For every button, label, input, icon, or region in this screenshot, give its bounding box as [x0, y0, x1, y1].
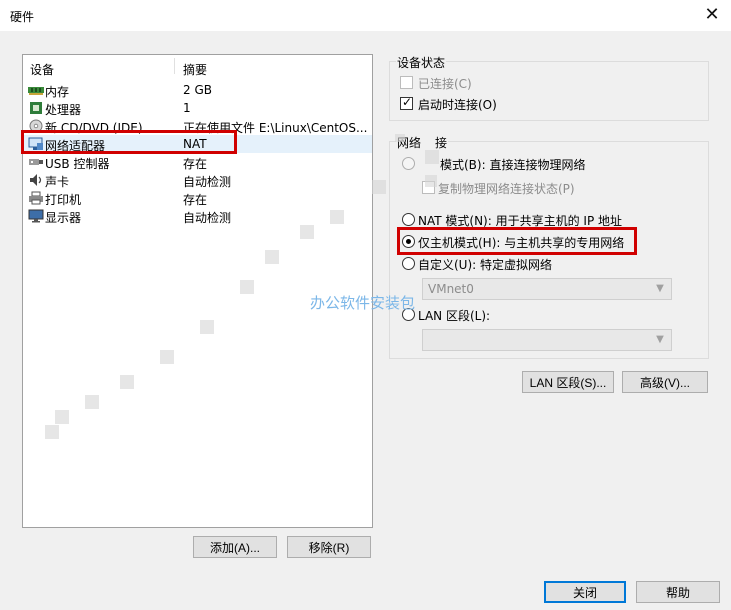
list-item-usb[interactable]: USB 控制器 存在 [23, 153, 372, 171]
title-bar: 硬件 ✕ [0, 0, 731, 31]
list-item-processor[interactable]: 处理器 1 [23, 99, 372, 117]
device-list[interactable]: 设备 摘要 内存 2 GB 处理器 1 新 CD/DVD (IDE) 正在使用文… [22, 54, 373, 528]
list-item-sound-card[interactable]: 声卡 自动检测 [23, 171, 372, 189]
replicate-label: 复制物理网络连接状态(P) [438, 182, 575, 196]
close-icon[interactable]: ✕ [701, 4, 723, 26]
cpu-icon [30, 102, 42, 114]
bridged-label: 模式(B): 直接连接物理网络 [440, 158, 586, 172]
device-name: 显示器 [45, 211, 82, 225]
lan-segment-label: LAN 区段(L): [418, 309, 491, 323]
header-summary[interactable]: 摘要 [183, 61, 207, 78]
device-name: USB 控制器 [45, 157, 110, 171]
custom-label: 自定义(U): 特定虚拟网络 [418, 258, 553, 272]
device-summary: 2 GB [183, 83, 212, 97]
chevron-down-icon: ▼ [656, 283, 664, 294]
lan-segments-button[interactable]: LAN 区段(S)... [522, 371, 614, 393]
device-summary: 存在 [183, 157, 208, 171]
list-header: 设备 摘要 [23, 55, 372, 77]
chevron-down-icon: ▼ [656, 334, 664, 345]
connected-checkbox[interactable] [400, 76, 413, 89]
remove-button[interactable]: 移除(R) [287, 536, 371, 558]
device-summary: 存在 [183, 193, 208, 207]
close-button[interactable]: 关闭 [544, 581, 626, 603]
connect-at-power-on-label: 启动时连接(O) [418, 98, 497, 112]
list-item-display[interactable]: 显示器 自动检测 [23, 207, 372, 225]
printer-icon [29, 191, 43, 205]
device-status-title: 设备状态 [396, 54, 447, 71]
device-name: 内存 [45, 85, 70, 99]
usb-icon [29, 159, 43, 165]
device-name: 处理器 [45, 103, 82, 117]
display-icon [28, 209, 44, 223]
device-name: 打印机 [45, 193, 82, 207]
list-item-printer[interactable]: 打印机 存在 [23, 189, 372, 207]
vmnet-value: VMnet0 [428, 282, 474, 296]
vmnet-select[interactable]: VMnet0 ▼ [422, 278, 672, 300]
connected-label: 已连接(C) [418, 77, 472, 91]
window-title: 硬件 [10, 10, 35, 24]
memory-icon [28, 87, 44, 95]
watermark: 办公软件安装包 [310, 294, 416, 312]
help-button[interactable]: 帮助 [636, 581, 720, 603]
sound-card-icon [30, 174, 42, 186]
connect-at-power-on-checkbox[interactable] [400, 95, 413, 110]
add-button[interactable]: 添加(A)... [193, 536, 277, 558]
highlight-network-adapter [21, 130, 237, 154]
bridged-radio[interactable] [402, 157, 415, 170]
device-summary: 自动检测 [183, 175, 232, 189]
custom-radio[interactable] [402, 257, 415, 270]
device-name: 声卡 [45, 175, 70, 189]
highlight-host-only [397, 227, 637, 255]
list-item-memory[interactable]: 内存 2 GB [23, 81, 372, 99]
nat-radio[interactable] [402, 213, 415, 226]
lan-segment-select[interactable]: ▼ [422, 329, 672, 351]
header-device[interactable]: 设备 [30, 61, 54, 78]
network-connection-title-b: 接 [435, 136, 448, 150]
device-summary: 1 [183, 101, 191, 115]
advanced-button[interactable]: 高级(V)... [622, 371, 708, 393]
